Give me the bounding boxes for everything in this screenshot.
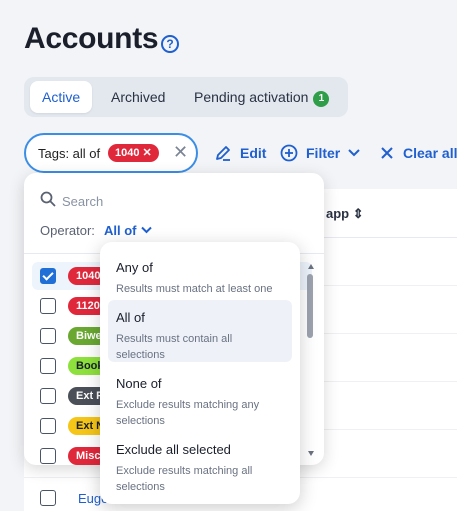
row-checkbox[interactable] xyxy=(40,490,56,506)
page-title: Accounts xyxy=(24,22,159,55)
option-description: Results must match at least one xyxy=(116,283,273,295)
tag-checkbox[interactable] xyxy=(40,358,56,374)
tab-label: Pending activation xyxy=(194,89,309,105)
filter-button[interactable]: Filter xyxy=(280,143,362,163)
option-title: All of xyxy=(116,310,145,325)
tags-filter-chip[interactable]: Tags: all of 1040 ✕ ✕ xyxy=(24,133,198,173)
count-badge: 1 xyxy=(313,91,330,107)
clear-all-button[interactable]: Clear all xyxy=(380,143,457,163)
option-title: Exclude all selected xyxy=(116,442,231,457)
tag-checkbox[interactable] xyxy=(40,298,56,314)
operator-option-none-of[interactable]: None of Exclude results matching any sel… xyxy=(108,366,292,428)
tag-search-input[interactable] xyxy=(62,190,302,212)
option-description: Exclude results matching all selections xyxy=(116,465,253,493)
clear-all-label: Clear all xyxy=(403,145,457,161)
tag-checkbox[interactable] xyxy=(40,418,56,434)
operator-menu: Any of Results must match at least one A… xyxy=(100,242,300,504)
scroll-down-icon[interactable] xyxy=(308,451,314,456)
selected-tag-pill: 1040 ✕ xyxy=(108,144,159,162)
filter-label: Filter xyxy=(306,145,341,161)
operator-label: Operator: xyxy=(40,223,95,238)
pencil-icon xyxy=(216,146,230,161)
option-description: Results must contain all selections xyxy=(116,333,233,361)
chevron-down-icon xyxy=(348,149,360,157)
operator-option-exclude-all-selected[interactable]: Exclude all selected Exclude results mat… xyxy=(108,432,292,494)
tag-checkbox[interactable] xyxy=(40,328,56,344)
chevron-down-icon xyxy=(140,226,152,234)
scroll-up-icon[interactable] xyxy=(308,264,314,269)
tab-archived[interactable]: Archived xyxy=(99,81,177,113)
tab-active[interactable]: Active xyxy=(30,81,93,113)
operator-select[interactable]: All of xyxy=(104,223,152,238)
tags-filter-label: Tags: all of xyxy=(38,146,101,161)
operator-option-all-of[interactable]: All of Results must contain all selectio… xyxy=(108,300,292,362)
tag-checkbox[interactable] xyxy=(40,268,56,284)
tag-list-scrollbar[interactable] xyxy=(306,264,316,456)
tab-label: Archived xyxy=(111,89,166,105)
edit-button[interactable]: Edit xyxy=(214,143,266,163)
selected-tag-label: 1040 xyxy=(115,147,140,159)
remove-tag-icon[interactable]: ✕ xyxy=(143,147,152,159)
close-icon xyxy=(381,147,393,159)
option-title: None of xyxy=(116,376,162,391)
edit-label: Edit xyxy=(240,145,267,161)
clear-filter-icon[interactable]: ✕ xyxy=(173,142,188,163)
column-header-label: app xyxy=(326,206,350,221)
sort-icon: ⇕ xyxy=(352,206,364,221)
tab-pending-activation[interactable]: Pending activation 1 xyxy=(182,81,341,113)
help-circle-icon[interactable]: ? xyxy=(161,35,179,53)
option-title: Any of xyxy=(116,260,153,275)
tag-checkbox[interactable] xyxy=(40,388,56,404)
scroll-thumb[interactable] xyxy=(307,274,313,338)
tab-bar: Active Archived Pending activation 1 xyxy=(24,77,348,117)
option-description: Exclude results matching any selections xyxy=(116,399,260,427)
tag-checkbox[interactable] xyxy=(40,448,56,464)
search-icon xyxy=(40,191,56,207)
operator-value: All of xyxy=(104,223,137,238)
plus-circle-icon xyxy=(280,144,298,162)
column-header-app[interactable]: app ⇕ xyxy=(326,206,364,222)
tab-label: Active xyxy=(42,89,81,105)
